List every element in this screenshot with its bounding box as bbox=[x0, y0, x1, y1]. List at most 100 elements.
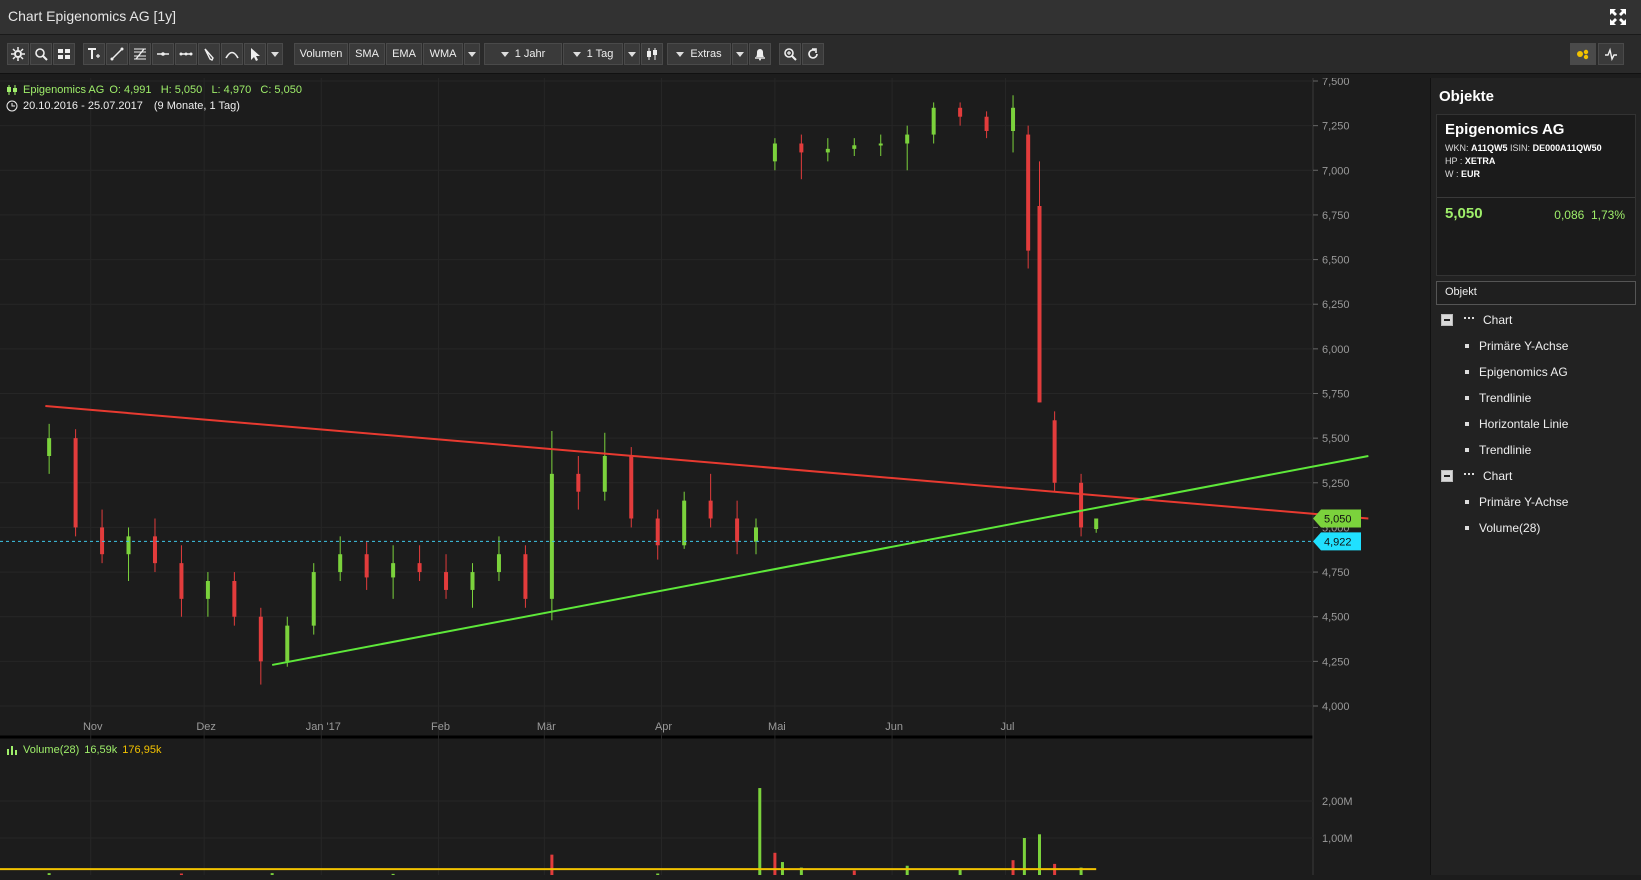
w-label: W : bbox=[1445, 169, 1459, 179]
misc-dropdown[interactable] bbox=[624, 43, 640, 65]
candle-body bbox=[878, 143, 883, 146]
legend-range: 20.10.2016 - 25.07.2017 (9 Monate, 1 Tag… bbox=[6, 100, 240, 112]
candle-body bbox=[1026, 134, 1031, 251]
grid-icon[interactable] bbox=[53, 43, 75, 65]
bullet-icon bbox=[1465, 500, 1469, 504]
channel-icon[interactable] bbox=[175, 43, 197, 65]
fullscreen-icon[interactable] bbox=[1609, 8, 1627, 26]
legend-range-text: 20.10.2016 - 25.07.2017 bbox=[23, 100, 143, 112]
bell-icon[interactable] bbox=[749, 43, 771, 65]
instrument-hp: HP : XETRA bbox=[1445, 156, 1495, 166]
isin-label: ISIN: bbox=[1510, 143, 1531, 153]
line-tool-icon[interactable] bbox=[106, 43, 128, 65]
x-tick-label: Mai bbox=[768, 721, 786, 733]
candle-body bbox=[232, 581, 237, 617]
candlestick-icon[interactable] bbox=[641, 43, 663, 65]
volume-legend-icon bbox=[7, 746, 17, 755]
collapse-icon[interactable] bbox=[1441, 470, 1453, 482]
candle-body bbox=[311, 572, 316, 626]
interval-select[interactable]: 1 Tag bbox=[563, 43, 623, 65]
candle-body bbox=[1094, 518, 1099, 530]
candle-body bbox=[799, 143, 804, 153]
instrument-card[interactable]: Epigenomics AG WKN: A11QW5 ISIN: DE000A1… bbox=[1436, 114, 1636, 276]
text-tool-icon[interactable] bbox=[83, 43, 105, 65]
candle-body bbox=[417, 563, 422, 573]
tree-label: Primäre Y-Achse bbox=[1479, 495, 1569, 509]
y-tick-label: 7,000 bbox=[1322, 165, 1350, 177]
object-input[interactable]: Objekt bbox=[1436, 281, 1636, 305]
candle-body bbox=[205, 581, 210, 599]
period-select[interactable]: 1 Jahr bbox=[484, 43, 562, 65]
volume-legend-v1: 16,59k bbox=[84, 744, 118, 756]
sma-button[interactable]: SMA bbox=[349, 43, 385, 65]
horizontal-line-icon[interactable] bbox=[152, 43, 174, 65]
wma-button[interactable]: WMA bbox=[423, 43, 463, 65]
y-tick-label: 4,000 bbox=[1322, 701, 1350, 713]
pulse-icon[interactable] bbox=[1598, 43, 1624, 65]
toolbar: Volumen SMA EMA WMA 1 Jahr 1 Tag Extras bbox=[0, 35, 1641, 74]
axis-bg bbox=[1313, 78, 1430, 875]
candle-body bbox=[1052, 420, 1057, 483]
cursor-icon[interactable] bbox=[244, 43, 266, 65]
indicator-dropdown[interactable] bbox=[464, 43, 480, 65]
extras-label: Extras bbox=[690, 48, 722, 60]
arc-icon[interactable] bbox=[221, 43, 243, 65]
y-tick-label: 6,250 bbox=[1322, 299, 1350, 311]
tree-item[interactable]: Epigenomics AG bbox=[1465, 362, 1568, 382]
candle-body bbox=[905, 134, 910, 144]
candle-body bbox=[338, 554, 343, 573]
bullet-icon bbox=[1465, 526, 1469, 530]
tree-item[interactable]: Trendlinie bbox=[1465, 388, 1531, 408]
candle-body bbox=[364, 554, 369, 578]
tree-group[interactable]: Chart bbox=[1441, 310, 1512, 330]
chart-node-icon bbox=[1463, 315, 1475, 325]
volume-tick-label: 1,00M bbox=[1322, 833, 1353, 845]
tree-item[interactable]: Primäre Y-Achse bbox=[1465, 492, 1568, 512]
volume-button[interactable]: Volumen bbox=[294, 43, 348, 65]
zoom-in-icon[interactable] bbox=[779, 43, 801, 65]
toggle-icon[interactable] bbox=[1570, 43, 1596, 65]
last-price-tag: 5,050 bbox=[1313, 509, 1361, 528]
y-tick-label: 5,500 bbox=[1322, 433, 1350, 445]
candle-body bbox=[179, 563, 184, 599]
wkn-value: A11QW5 bbox=[1471, 143, 1508, 153]
candle-body bbox=[958, 107, 963, 117]
settings-icon[interactable] bbox=[7, 43, 29, 65]
collapse-icon[interactable] bbox=[1441, 314, 1453, 326]
bullet-icon bbox=[1465, 344, 1469, 348]
bullet-icon bbox=[1465, 422, 1469, 426]
candle-body bbox=[754, 527, 758, 542]
cursor-dropdown[interactable] bbox=[267, 43, 283, 65]
tree-item[interactable]: Horizontale Linie bbox=[1465, 414, 1568, 434]
pen-icon[interactable] bbox=[198, 43, 220, 65]
hline-price-tag: 4,922 bbox=[1313, 532, 1361, 551]
reset-icon[interactable] bbox=[802, 43, 824, 65]
tree-item[interactable]: Primäre Y-Achse bbox=[1465, 336, 1568, 356]
tree-label: Chart bbox=[1483, 313, 1513, 327]
wkn-label: WKN: bbox=[1445, 143, 1469, 153]
extras-select[interactable]: Extras bbox=[667, 43, 731, 65]
candle-body bbox=[602, 456, 607, 492]
candle-body bbox=[852, 145, 857, 149]
candlestick-legend-icon bbox=[7, 85, 17, 95]
y-tick-label: 6,500 bbox=[1322, 255, 1350, 267]
tree-group[interactable]: Chart bbox=[1441, 466, 1512, 486]
candle-body bbox=[1037, 206, 1042, 403]
search-icon[interactable] bbox=[30, 43, 52, 65]
legend-range-duration: (9 Monate, 1 Tag) bbox=[153, 100, 240, 112]
candle-body bbox=[708, 500, 713, 519]
chart-area[interactable]: 7,500 7,250 7,000 6,750 6,500 6,250 6,000 5,750… bbox=[0, 76, 1430, 875]
tree-label: Trendlinie bbox=[1479, 391, 1532, 405]
candle-body bbox=[100, 527, 105, 555]
legend-volume: Volume(28) 16,59k 176,95k bbox=[6, 744, 161, 756]
price-chart[interactable]: 7,500 7,250 7,000 6,750 6,500 6,250 6,000 5,750… bbox=[0, 76, 1430, 875]
fibonacci-icon[interactable] bbox=[129, 43, 151, 65]
tree-item[interactable]: Volume(28) bbox=[1465, 518, 1540, 538]
tree-item[interactable]: Trendlinie bbox=[1465, 440, 1531, 460]
volume-legend-v2: 176,95k bbox=[122, 744, 162, 756]
ema-button[interactable]: EMA bbox=[386, 43, 422, 65]
extras-dropdown[interactable] bbox=[732, 43, 748, 65]
card-divider bbox=[1437, 197, 1635, 198]
candle-body bbox=[735, 518, 740, 542]
candle-body bbox=[931, 107, 936, 135]
